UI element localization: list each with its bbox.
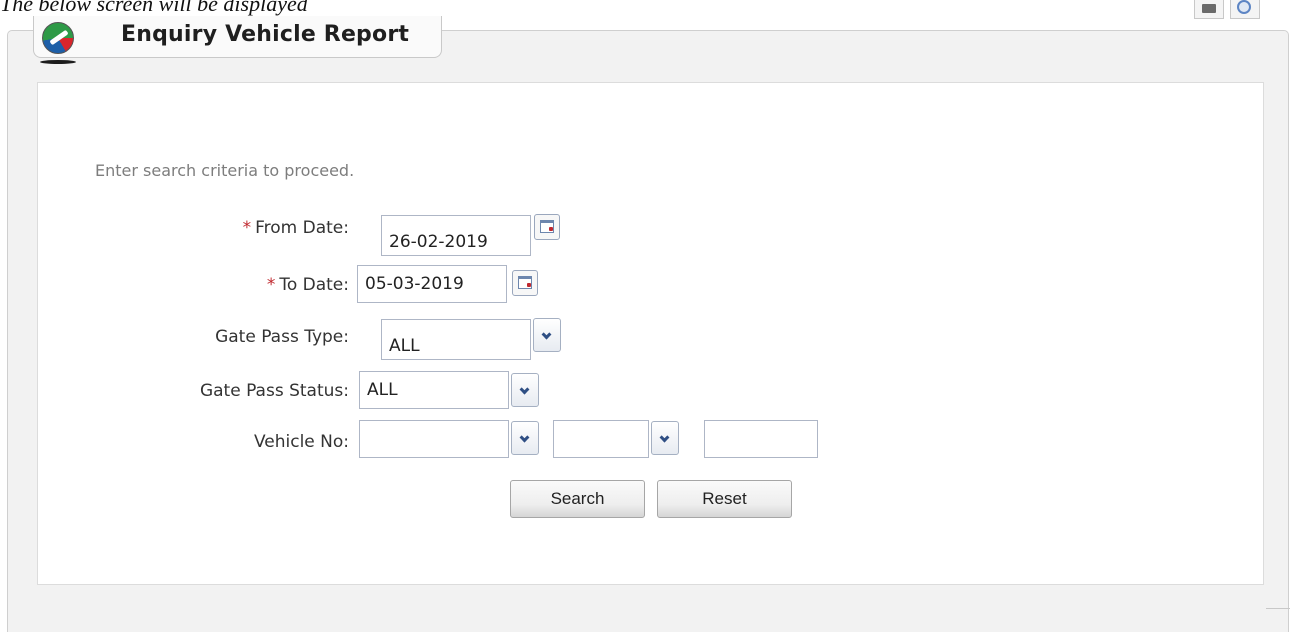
gate-pass-status-value: ALL [367, 380, 398, 400]
gate-pass-status-chevron-down-icon[interactable] [511, 373, 539, 407]
gate-pass-type-label: Gate Pass Type: [215, 327, 349, 347]
from-date-field[interactable]: 26-02-2019 [381, 215, 531, 256]
reset-button[interactable]: Reset [657, 480, 792, 518]
to-date-calendar-icon[interactable] [512, 270, 538, 296]
vehicle-no-input[interactable] [704, 420, 818, 458]
vehicle-no-select-1-chevron-down-icon[interactable] [511, 421, 539, 455]
gate-pass-status-label: Gate Pass Status: [199, 381, 349, 401]
help-icon[interactable] [1230, 0, 1260, 19]
vehicle-no-select-2-chevron-down-icon[interactable] [651, 421, 679, 455]
to-date-value: 05-03-2019 [365, 274, 464, 294]
gate-pass-type-select[interactable]: ALL [381, 319, 531, 360]
required-marker: * [266, 275, 276, 295]
gate-pass-type-chevron-down-icon[interactable] [533, 318, 561, 352]
vehicle-no-select-1[interactable] [359, 420, 509, 458]
page-title: Enquiry Vehicle Report [121, 22, 410, 47]
panel-divider [1266, 608, 1290, 609]
gate-pass-status-select[interactable]: ALL [359, 371, 509, 409]
vehicle-no-label: Vehicle No: [253, 432, 349, 452]
search-button[interactable]: Search [510, 480, 645, 518]
search-hint: Enter search criteria to proceed. [95, 161, 355, 180]
vehicle-no-select-2[interactable] [553, 420, 649, 458]
from-date-value: 26-02-2019 [389, 231, 488, 252]
from-date-label: * From Date: [243, 218, 349, 238]
app-logo-icon [42, 22, 74, 54]
required-marker: * [242, 218, 252, 238]
document-caption: The below screen will be displayed [0, 0, 308, 16]
top-toolbar [1194, 0, 1260, 19]
to-date-label: * To Date: [267, 275, 349, 295]
logo-shadow [40, 60, 76, 64]
to-date-field[interactable]: 05-03-2019 [357, 265, 507, 303]
from-date-calendar-icon[interactable] [534, 214, 560, 240]
to-date-label-text: To Date: [279, 275, 349, 295]
printer-icon[interactable] [1194, 0, 1224, 19]
title-tab: Enquiry Vehicle Report [33, 16, 442, 58]
from-date-label-text: From Date: [255, 218, 349, 238]
gate-pass-type-value: ALL [389, 335, 420, 356]
